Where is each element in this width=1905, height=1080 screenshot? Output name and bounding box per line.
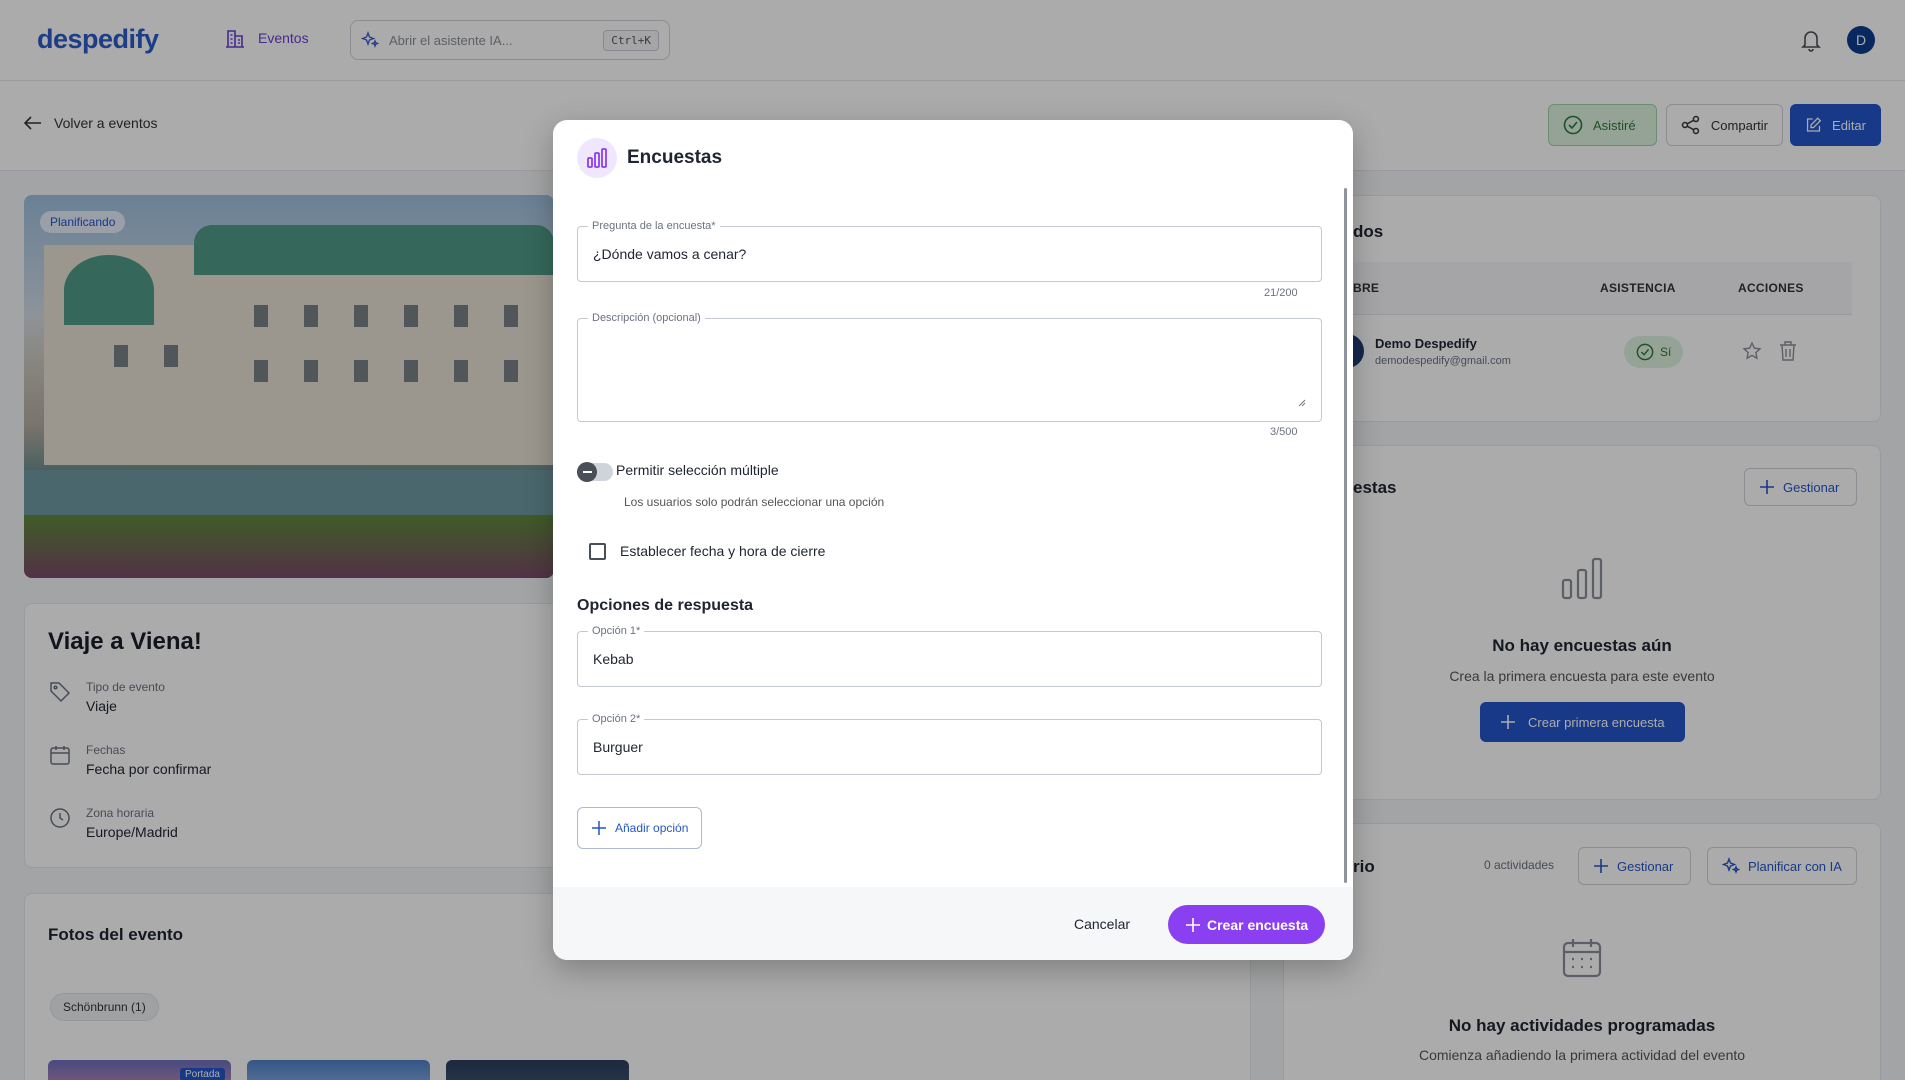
- option-1-value: Kebab: [593, 651, 634, 667]
- close-date-checkbox[interactable]: [589, 543, 606, 560]
- option-2-field[interactable]: Opción 2* Burguer: [577, 713, 1322, 775]
- modal-scrollbar[interactable]: [1344, 188, 1347, 883]
- add-option-label: Añadir opción: [615, 821, 689, 835]
- plus-icon: [1186, 917, 1200, 932]
- description-char-counter: 3/500: [1270, 426, 1298, 438]
- poll-description-legend: Descripción (opcional): [588, 312, 705, 324]
- answer-options-title: Opciones de respuesta: [577, 597, 754, 614]
- multi-select-label: Permitir selección múltiple: [616, 462, 779, 478]
- modal-title: Encuestas: [627, 147, 723, 168]
- add-option-button[interactable]: Añadir opción: [577, 807, 703, 849]
- plus-icon: [592, 821, 606, 835]
- option-2-value: Burguer: [593, 739, 643, 755]
- poll-description-field[interactable]: Descripción (opcional): [577, 312, 1322, 422]
- polls-modal: Encuestas Pregunta de la encuesta* ¿Dónd…: [553, 120, 1353, 960]
- poll-question-field[interactable]: Pregunta de la encuesta* ¿Dónde vamos a …: [577, 220, 1322, 282]
- resize-handle-icon[interactable]: [1298, 399, 1306, 407]
- poll-question-value: ¿Dónde vamos a cenar?: [593, 246, 747, 262]
- option-1-field[interactable]: Opción 1* Kebab: [577, 625, 1322, 687]
- multi-select-toggle[interactable]: [577, 462, 613, 482]
- close-date-label: Establecer fecha y hora de cierre: [620, 543, 826, 559]
- create-poll-label: Crear encuesta: [1207, 916, 1309, 933]
- option-2-legend: Opción 2*: [588, 713, 645, 725]
- modal-header: Encuestas: [577, 138, 722, 178]
- option-1-legend: Opción 1*: [588, 625, 645, 637]
- create-poll-button[interactable]: Crear encuesta: [1168, 905, 1326, 944]
- poll-question-legend: Pregunta de la encuesta*: [588, 220, 720, 232]
- question-char-counter: 21/200: [1264, 287, 1298, 299]
- multi-select-help: Los usuarios solo podrán seleccionar una…: [624, 495, 885, 509]
- cancel-button[interactable]: Cancelar: [1074, 916, 1130, 932]
- bar-chart-icon: [577, 138, 617, 178]
